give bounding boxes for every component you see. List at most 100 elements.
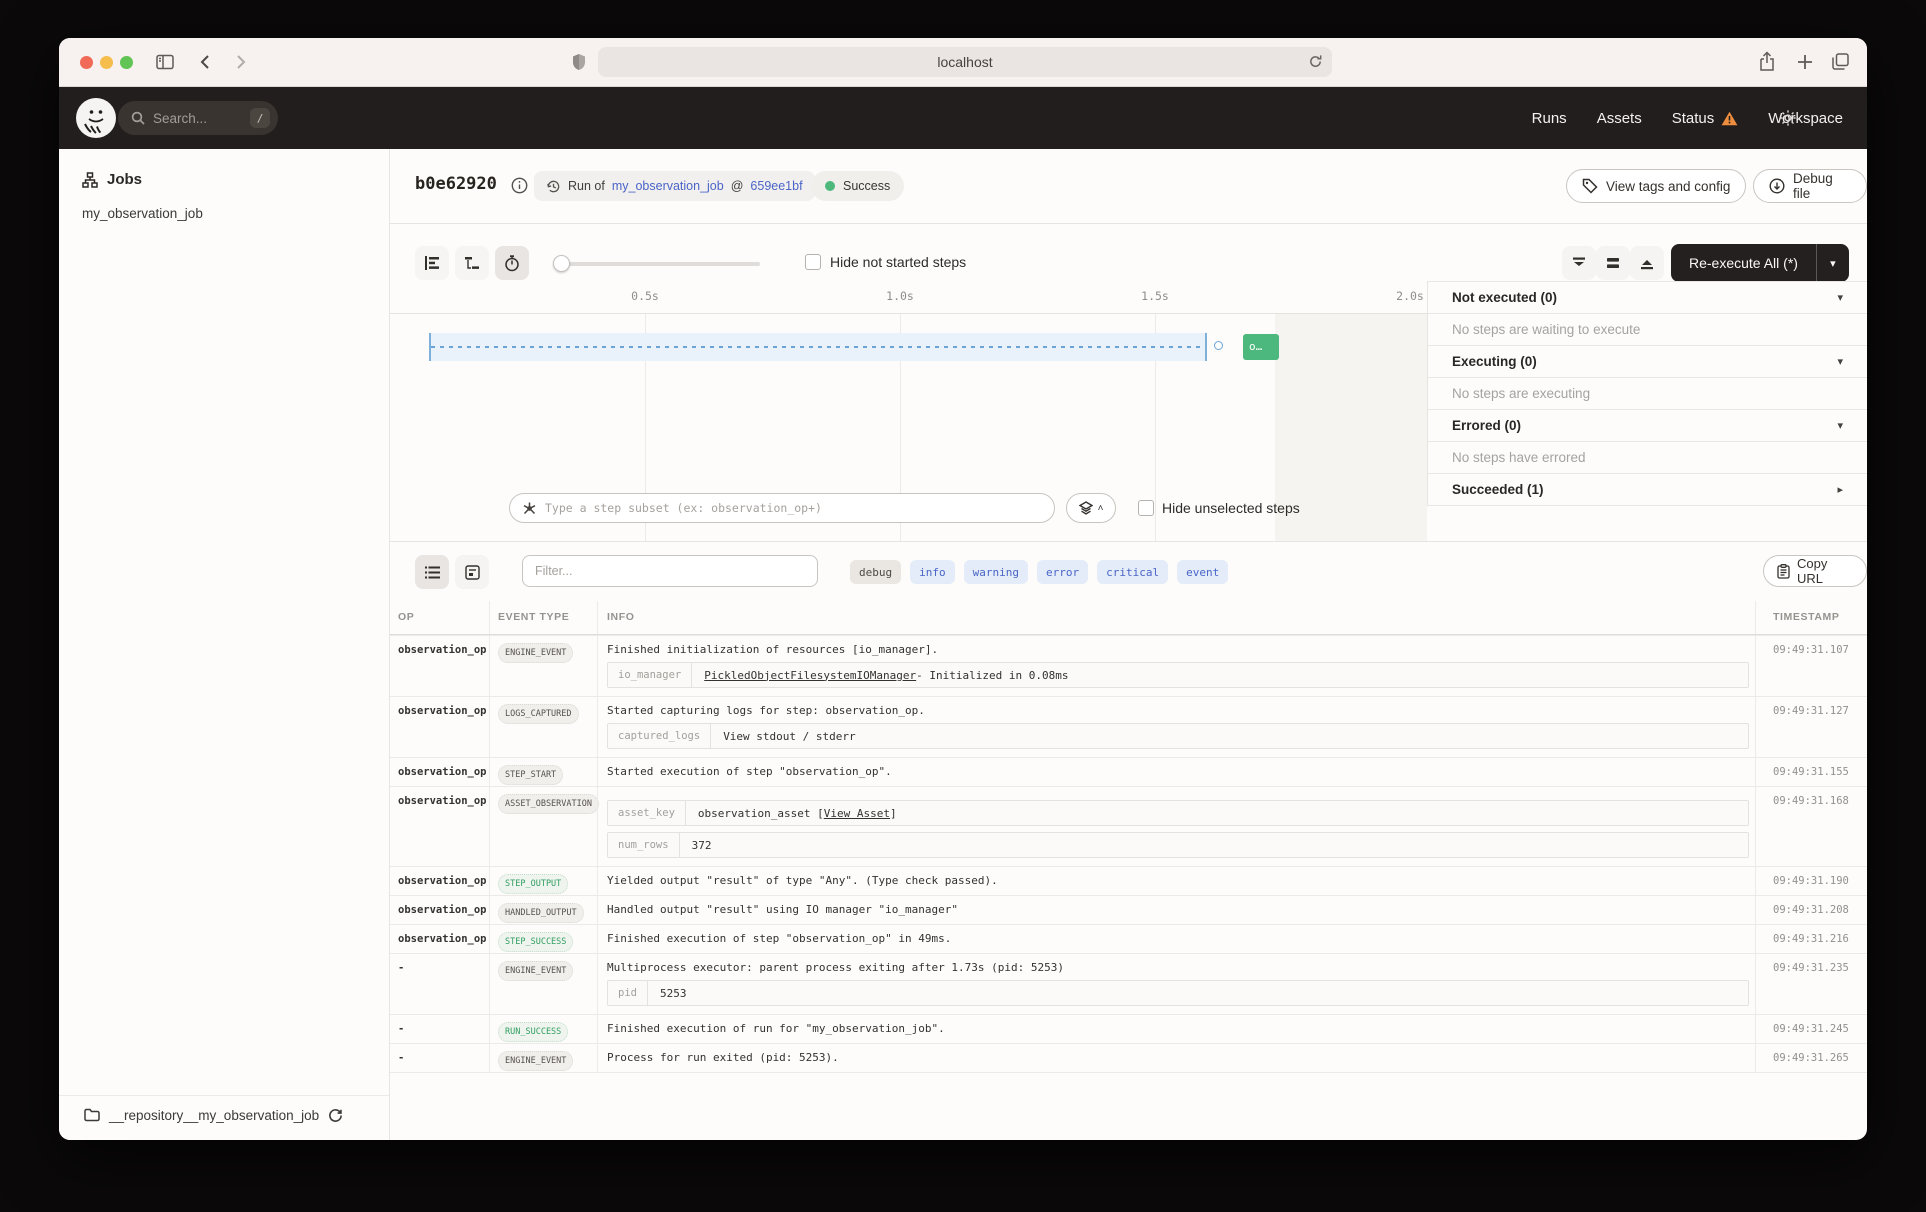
log-timestamp[interactable]: 09:49:31.265 <box>1755 1044 1867 1072</box>
search-input[interactable]: Search... / <box>118 101 278 135</box>
event-type-badge: STEP_START <box>498 765 563 785</box>
slider-knob[interactable] <box>553 255 570 272</box>
log-level-pill[interactable]: warning <box>964 560 1028 584</box>
search-placeholder: Search... <box>153 111 250 126</box>
log-timestamp[interactable]: 09:49:31.168 <box>1755 787 1867 866</box>
refresh-icon[interactable] <box>1308 54 1323 69</box>
dagster-logo[interactable] <box>75 97 117 139</box>
hide-unselected-checkbox[interactable] <box>1138 500 1154 516</box>
log-row[interactable]: observation_op STEP_OUTPUT Yielded outpu… <box>390 866 1867 895</box>
log-level-pill[interactable]: info <box>910 560 955 584</box>
log-level-pill[interactable]: critical <box>1097 560 1168 584</box>
log-structured-view-button[interactable] <box>455 555 489 589</box>
success-dot-icon <box>825 181 835 191</box>
code-version-link[interactable]: 659ee1bf <box>750 179 802 193</box>
log-row[interactable]: observation_op HANDLED_OUTPUT Handled ou… <box>390 895 1867 924</box>
traffic-light-zoom[interactable] <box>120 56 133 69</box>
reload-repository-icon[interactable] <box>328 1108 343 1123</box>
job-link[interactable]: my_observation_job <box>612 179 724 193</box>
status-section-header[interactable]: Succeeded (1) ▸ <box>1428 473 1867 505</box>
log-row[interactable]: - ENGINE_EVENT Multiprocess executor: pa… <box>390 953 1867 1014</box>
metadata-value[interactable]: PickledObjectFilesystemIOManager - Initi… <box>692 663 1080 687</box>
nav-item[interactable]: Runs <box>1532 110 1567 127</box>
repository-row[interactable]: __repository__my_observation_job <box>59 1095 389 1134</box>
log-filter-input[interactable]: Filter... <box>522 555 818 587</box>
log-row[interactable]: observation_op STEP_SUCCESS Finished exe… <box>390 924 1867 953</box>
metadata-value[interactable]: View stdout / stderr <box>711 724 867 748</box>
log-timestamp[interactable]: 09:49:31.155 <box>1755 758 1867 786</box>
graph-query-toggle-button[interactable]: ˄ <box>1066 493 1116 523</box>
sidebar-item-job[interactable]: my_observation_job <box>82 206 203 221</box>
nav-item[interactable]: Assets <box>1597 110 1642 127</box>
status-section-header[interactable]: Not executed (0) ▾ <box>1428 281 1867 313</box>
back-icon[interactable] <box>197 53 215 71</box>
status-section-title: Succeeded (1) <box>1452 482 1544 497</box>
sidebar-title-label: Jobs <box>107 171 142 188</box>
step-bar-observation-op[interactable]: o… <box>1243 334 1279 360</box>
info-icon[interactable] <box>511 177 528 194</box>
log-timestamp[interactable]: 09:49:31.235 <box>1755 954 1867 1014</box>
split-view-button[interactable] <box>1596 246 1630 280</box>
gantt-waterfall-view-button[interactable] <box>455 246 489 280</box>
log-timestamp[interactable]: 09:49:31.127 <box>1755 697 1867 757</box>
collapse-all-button[interactable] <box>1562 246 1596 280</box>
log-timestamp[interactable]: 09:49:31.190 <box>1755 867 1867 895</box>
metadata-value[interactable]: 5253 <box>648 981 699 1005</box>
log-op: observation_op <box>390 925 489 953</box>
log-level-pill[interactable]: event <box>1177 560 1228 584</box>
settings-gear-icon[interactable] <box>1855 109 1867 127</box>
tab-overview-icon[interactable] <box>1831 52 1850 71</box>
log-level-pill[interactable]: debug <box>850 560 901 584</box>
log-event-type-cell: STEP_START <box>489 758 597 786</box>
log-row[interactable]: observation_op ENGINE_EVENT Finished ini… <box>390 635 1867 696</box>
hide-not-started-checkbox[interactable] <box>805 254 821 270</box>
log-event-type-cell: STEP_OUTPUT <box>489 867 597 895</box>
gantt-flat-view-button[interactable] <box>415 246 449 280</box>
metadata-box: num_rows 372 <box>607 832 1749 858</box>
log-op: observation_op <box>390 697 489 757</box>
traffic-light-minimize[interactable] <box>100 56 113 69</box>
chevron-icon[interactable]: ▾ <box>1837 419 1843 432</box>
log-timestamp[interactable]: 09:49:31.245 <box>1755 1015 1867 1043</box>
status-section-header[interactable]: Executing (0) ▾ <box>1428 345 1867 377</box>
status-badge: Success <box>811 171 904 201</box>
new-tab-icon[interactable] <box>1797 54 1813 70</box>
metadata-value[interactable]: observation_asset [View Asset] <box>686 801 909 825</box>
log-info-cell: asset_key observation_asset [View Asset]… <box>597 787 1755 866</box>
share-icon[interactable] <box>1758 51 1776 72</box>
step-subset-input[interactable]: Type a step subset (ex: observation_op+) <box>509 493 1055 523</box>
log-row[interactable]: observation_op ASSET_OBSERVATION asset_k… <box>390 786 1867 866</box>
view-tags-config-button[interactable]: View tags and config <box>1566 169 1746 203</box>
gantt-zoom-slider[interactable] <box>555 262 760 266</box>
metadata-value-part: View stdout / stderr <box>723 730 855 743</box>
status-section-header[interactable]: Errored (0) ▾ <box>1428 409 1867 441</box>
metadata-value[interactable]: 372 <box>680 833 724 857</box>
chevron-icon[interactable]: ▾ <box>1837 291 1843 304</box>
log-list-view-button[interactable] <box>415 555 449 589</box>
reexecute-dropdown-caret[interactable]: ▾ <box>1817 244 1849 282</box>
log-timestamp[interactable]: 09:49:31.216 <box>1755 925 1867 953</box>
log-row[interactable]: observation_op STEP_START Started execut… <box>390 757 1867 786</box>
log-row[interactable]: observation_op LOGS_CAPTURED Started cap… <box>390 696 1867 757</box>
sidebar-toggle-icon[interactable] <box>155 52 175 72</box>
log-row[interactable]: - RUN_SUCCESS Finished execution of run … <box>390 1014 1867 1043</box>
nav-item[interactable]: Status <box>1672 110 1739 127</box>
traffic-light-close[interactable] <box>80 56 93 69</box>
url-bar[interactable]: localhost <box>598 47 1332 77</box>
metadata-box: pid 5253 <box>607 980 1749 1006</box>
url-text: localhost <box>937 54 992 70</box>
chevron-icon[interactable]: ▾ <box>1837 355 1843 368</box>
copy-url-button[interactable]: Copy URL <box>1763 555 1867 587</box>
gantt-timed-view-button[interactable] <box>495 246 529 280</box>
expand-up-button[interactable] <box>1630 246 1664 280</box>
log-event-type-cell: STEP_SUCCESS <box>489 925 597 953</box>
chevron-icon[interactable]: ▸ <box>1837 483 1843 496</box>
log-timestamp[interactable]: 09:49:31.208 <box>1755 896 1867 924</box>
axis-tick-label: 0.5s <box>631 289 659 303</box>
log-level-pill[interactable]: error <box>1037 560 1088 584</box>
log-timestamp[interactable]: 09:49:31.107 <box>1755 636 1867 696</box>
debug-file-button[interactable]: Debug file <box>1753 169 1867 203</box>
log-row[interactable]: - ENGINE_EVENT Process for run exited (p… <box>390 1043 1867 1073</box>
reexecute-all-button[interactable]: Re-execute All (*) <box>1671 244 1817 282</box>
forward-icon[interactable] <box>231 53 249 71</box>
